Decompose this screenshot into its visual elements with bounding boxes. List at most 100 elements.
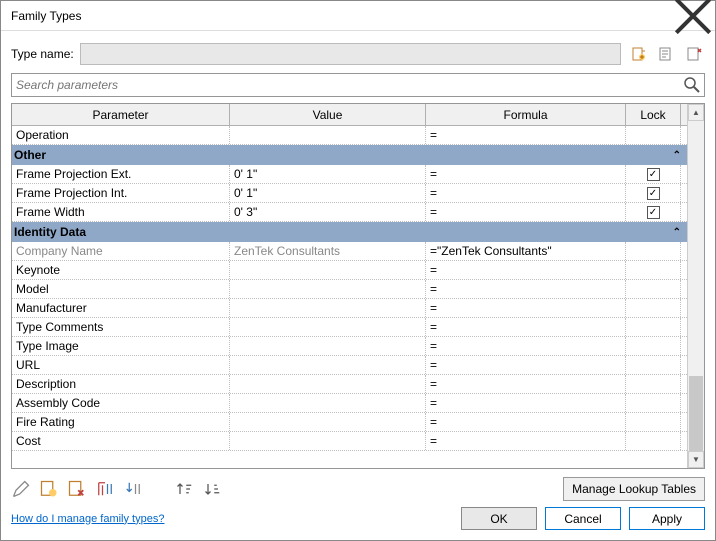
new-type-button[interactable] bbox=[627, 43, 649, 65]
cell-value[interactable] bbox=[230, 413, 426, 431]
cell-value[interactable] bbox=[230, 126, 426, 144]
table-row[interactable]: Model = bbox=[12, 280, 687, 299]
cell-value[interactable]: 0' 1" bbox=[230, 184, 426, 202]
cell-value[interactable] bbox=[230, 432, 426, 450]
table-row[interactable]: URL = bbox=[12, 356, 687, 375]
table-row[interactable]: Type Comments = bbox=[12, 318, 687, 337]
cell-lock[interactable] bbox=[626, 337, 681, 355]
sort-desc-icon[interactable] bbox=[203, 479, 223, 499]
header-value[interactable]: Value bbox=[230, 104, 426, 125]
cell-formula[interactable]: = bbox=[426, 299, 626, 317]
cell-parameter[interactable]: Cost bbox=[12, 432, 230, 450]
cell-formula[interactable]: ="ZenTek Consultants" bbox=[426, 242, 626, 260]
manage-lookup-tables-button[interactable]: Manage Lookup Tables bbox=[563, 477, 705, 501]
lock-checkbox[interactable]: ✓ bbox=[647, 206, 660, 219]
apply-button[interactable]: Apply bbox=[629, 507, 705, 530]
rename-type-button[interactable] bbox=[655, 43, 677, 65]
header-lock[interactable]: Lock bbox=[626, 104, 681, 125]
group-header[interactable]: Other⌃ bbox=[12, 145, 687, 165]
cell-lock[interactable] bbox=[626, 242, 681, 260]
cell-parameter[interactable]: Keynote bbox=[12, 261, 230, 279]
cell-formula[interactable]: = bbox=[426, 184, 626, 202]
new-param-icon[interactable] bbox=[39, 479, 59, 499]
cell-value[interactable] bbox=[230, 375, 426, 393]
table-row[interactable]: Operation = bbox=[12, 126, 687, 145]
cell-lock[interactable] bbox=[626, 394, 681, 412]
cell-formula[interactable]: = bbox=[426, 280, 626, 298]
cell-value[interactable]: ZenTek Consultants bbox=[230, 242, 426, 260]
cell-formula[interactable]: = bbox=[426, 356, 626, 374]
scroll-up-icon[interactable]: ▲ bbox=[688, 104, 704, 121]
table-row[interactable]: Cost = bbox=[12, 432, 687, 451]
cell-formula[interactable]: = bbox=[426, 261, 626, 279]
typename-select[interactable] bbox=[80, 43, 621, 65]
cell-value[interactable] bbox=[230, 394, 426, 412]
cell-parameter[interactable]: Frame Width bbox=[12, 203, 230, 221]
edit-icon[interactable] bbox=[11, 479, 31, 499]
lock-checkbox[interactable]: ✓ bbox=[647, 168, 660, 181]
table-row[interactable]: Frame Width0' 3"= ✓ bbox=[12, 203, 687, 222]
cell-formula[interactable]: = bbox=[426, 432, 626, 450]
cell-formula[interactable]: = bbox=[426, 126, 626, 144]
delete-type-button[interactable] bbox=[683, 43, 705, 65]
cell-parameter[interactable]: Description bbox=[12, 375, 230, 393]
cell-value[interactable]: 0' 1" bbox=[230, 165, 426, 183]
cell-value[interactable]: 0' 3" bbox=[230, 203, 426, 221]
table-row[interactable]: Frame Projection Ext.0' 1"= ✓ bbox=[12, 165, 687, 184]
search-icon[interactable] bbox=[683, 76, 701, 94]
cell-parameter[interactable]: Assembly Code bbox=[12, 394, 230, 412]
cell-formula[interactable]: = bbox=[426, 394, 626, 412]
table-row[interactable]: Description = bbox=[12, 375, 687, 394]
cell-parameter[interactable]: Type Comments bbox=[12, 318, 230, 336]
table-row[interactable]: Company NameZenTek Consultants="ZenTek C… bbox=[12, 242, 687, 261]
cell-parameter[interactable]: Manufacturer bbox=[12, 299, 230, 317]
cancel-button[interactable]: Cancel bbox=[545, 507, 621, 530]
modify-param-icon[interactable] bbox=[95, 479, 115, 499]
table-row[interactable]: Fire Rating= bbox=[12, 413, 687, 432]
cell-lock[interactable]: ✓ bbox=[626, 184, 681, 202]
cell-lock[interactable] bbox=[626, 318, 681, 336]
cell-parameter[interactable]: Company Name bbox=[12, 242, 230, 260]
collapse-icon[interactable]: ⌃ bbox=[673, 227, 681, 238]
cell-lock[interactable]: ✓ bbox=[626, 203, 681, 221]
cell-lock[interactable] bbox=[626, 356, 681, 374]
cell-formula[interactable]: = bbox=[426, 413, 626, 431]
cell-parameter[interactable]: Operation bbox=[12, 126, 230, 144]
cell-lock[interactable] bbox=[626, 375, 681, 393]
cell-value[interactable] bbox=[230, 299, 426, 317]
cell-parameter[interactable]: Frame Projection Int. bbox=[12, 184, 230, 202]
collapse-icon[interactable]: ⌃ bbox=[673, 150, 681, 161]
cell-value[interactable] bbox=[230, 318, 426, 336]
cell-formula[interactable]: = bbox=[426, 375, 626, 393]
cell-lock[interactable] bbox=[626, 280, 681, 298]
header-parameter[interactable]: Parameter bbox=[12, 104, 230, 125]
cell-lock[interactable] bbox=[626, 413, 681, 431]
cell-value[interactable] bbox=[230, 337, 426, 355]
table-row[interactable]: Assembly Code = bbox=[12, 394, 687, 413]
table-row[interactable]: Frame Projection Int.0' 1"=✓ bbox=[12, 184, 687, 203]
search-input[interactable] bbox=[11, 73, 705, 97]
group-header[interactable]: Identity Data⌃ bbox=[12, 222, 687, 242]
move-down-icon[interactable] bbox=[123, 479, 143, 499]
help-link[interactable]: How do I manage family types? bbox=[11, 513, 164, 525]
cell-formula[interactable]: = bbox=[426, 165, 626, 183]
cell-parameter[interactable]: Type Image bbox=[12, 337, 230, 355]
cell-lock[interactable] bbox=[626, 299, 681, 317]
table-row[interactable]: Keynote = bbox=[12, 261, 687, 280]
header-formula[interactable]: Formula bbox=[426, 104, 626, 125]
sort-asc-icon[interactable] bbox=[175, 479, 195, 499]
table-row[interactable]: Manufacturer = bbox=[12, 299, 687, 318]
cell-formula[interactable]: = bbox=[426, 318, 626, 336]
cell-parameter[interactable]: URL bbox=[12, 356, 230, 374]
table-row[interactable]: Type Image = bbox=[12, 337, 687, 356]
cell-parameter[interactable]: Frame Projection Ext. bbox=[12, 165, 230, 183]
ok-button[interactable]: OK bbox=[461, 507, 537, 530]
cell-lock[interactable] bbox=[626, 432, 681, 450]
cell-formula[interactable]: = bbox=[426, 203, 626, 221]
cell-formula[interactable]: = bbox=[426, 337, 626, 355]
delete-param-icon[interactable] bbox=[67, 479, 87, 499]
cell-parameter[interactable]: Model bbox=[12, 280, 230, 298]
cell-value[interactable] bbox=[230, 356, 426, 374]
scroll-down-icon[interactable]: ▼ bbox=[688, 451, 704, 468]
cell-value[interactable] bbox=[230, 261, 426, 279]
